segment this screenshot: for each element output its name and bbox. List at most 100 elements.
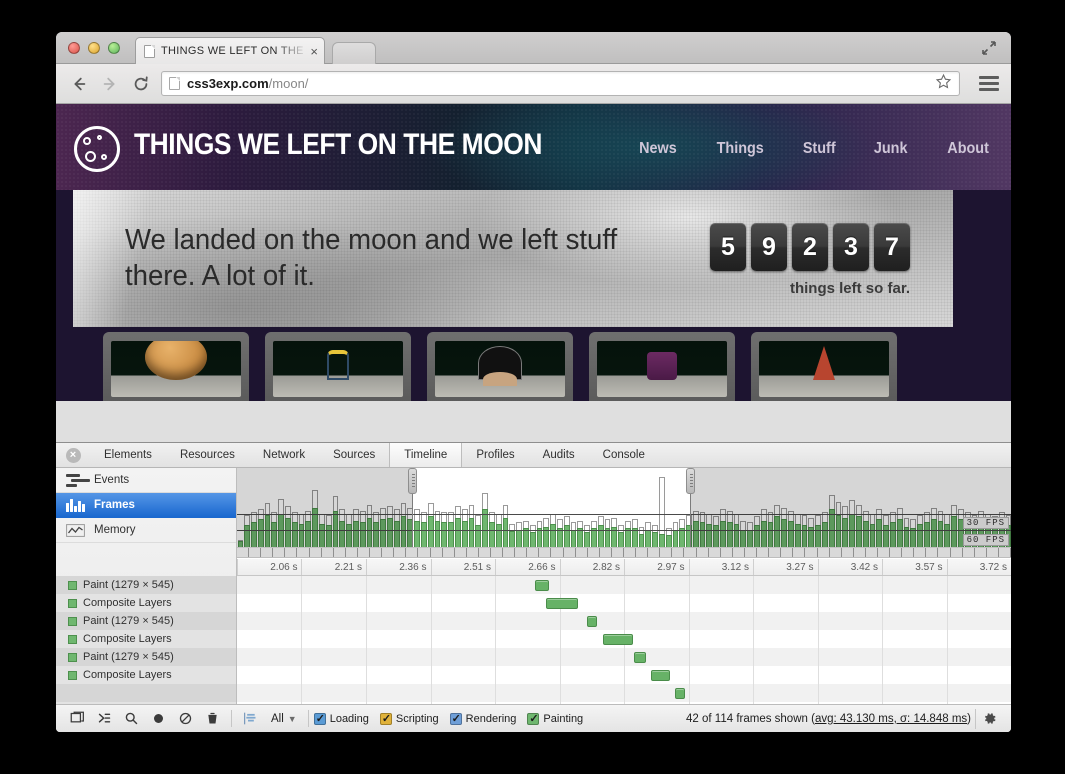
back-arrow-icon[interactable]	[68, 73, 90, 95]
table-row[interactable]: Composite Layers	[56, 666, 236, 684]
frame-bar	[591, 521, 597, 547]
nav-item-junk[interactable]: Junk	[874, 140, 908, 158]
thumbnail-card[interactable]	[427, 332, 573, 401]
timeline-event-block[interactable]	[603, 634, 633, 645]
hamburger-menu-icon[interactable]	[979, 76, 999, 91]
close-tab-icon[interactable]: ×	[310, 45, 318, 58]
frame-bar	[462, 509, 468, 547]
frame-bar	[625, 521, 631, 547]
reload-icon[interactable]	[130, 73, 152, 95]
overview-tick	[963, 548, 975, 557]
sidebar-item-memory[interactable]: Memory	[56, 518, 236, 543]
filter-checkbox-rendering[interactable]: Rendering	[450, 713, 517, 725]
timeline-event-block[interactable]	[587, 616, 597, 627]
table-row[interactable]: Paint (1279 × 545)	[56, 648, 236, 666]
table-row[interactable]: Paint (1279 × 545)	[56, 612, 236, 630]
frames-overview-chart[interactable]: 30 FPS 60 FPS	[237, 468, 1011, 548]
timeline-gridline	[882, 576, 883, 709]
minimize-window-button[interactable]	[88, 42, 100, 54]
overview-left-resize-handle[interactable]	[408, 468, 417, 494]
filter-checkbox-scripting[interactable]: Scripting	[380, 713, 439, 725]
record-icon[interactable]	[145, 708, 172, 730]
filter-checkbox-painting[interactable]: Painting	[527, 713, 583, 725]
window-controls	[68, 42, 120, 54]
overview-tick	[527, 548, 539, 557]
thumbnail-card[interactable]	[265, 332, 411, 401]
new-tab-button[interactable]	[332, 42, 376, 64]
record-timeline-canvas[interactable]	[237, 576, 1011, 709]
flame-chart-icon[interactable]	[237, 708, 264, 730]
timeline-event-block[interactable]	[634, 652, 646, 663]
browser-tab[interactable]: THINGS WE LEFT ON THE M ×	[135, 37, 325, 64]
timeline-event-block[interactable]	[651, 670, 670, 681]
tab-profiles[interactable]: Profiles	[462, 443, 528, 467]
filter-checkbox-loading[interactable]: Loading	[314, 713, 369, 725]
overview-tick	[745, 548, 757, 557]
maximize-icon[interactable]	[981, 40, 997, 56]
checkbox-icon	[450, 713, 462, 725]
overview-tick	[588, 548, 600, 557]
sidebar-item-frames[interactable]: Frames	[56, 493, 236, 518]
console-drawer-icon[interactable]	[91, 708, 118, 730]
table-row[interactable]: Paint (1279 × 545)	[56, 576, 236, 594]
checkbox-label: Scripting	[396, 713, 439, 725]
overview-right-resize-handle[interactable]	[686, 468, 695, 494]
timeline-gridline	[431, 576, 432, 709]
close-window-button[interactable]	[68, 42, 80, 54]
timeline-gridline	[947, 576, 948, 709]
tab-elements[interactable]: Elements	[90, 443, 166, 467]
record-color-swatch	[68, 617, 77, 626]
thumbnail-card[interactable]	[751, 332, 897, 401]
timeline-event-block[interactable]	[675, 688, 685, 699]
overview-tick	[830, 548, 842, 557]
ruler-tick: 2.97 s	[624, 559, 688, 575]
sidebar-item-events[interactable]: Events	[56, 468, 236, 493]
tab-console[interactable]: Console	[589, 443, 659, 467]
forward-arrow-icon[interactable]	[99, 73, 121, 95]
zoom-window-button[interactable]	[108, 42, 120, 54]
checkbox-icon	[527, 713, 539, 725]
settings-gear-icon[interactable]	[975, 709, 1003, 729]
timeline-event-block[interactable]	[535, 580, 549, 591]
table-row[interactable]	[56, 684, 236, 702]
filter-dropdown[interactable]: All ▼	[264, 713, 303, 725]
tab-audits[interactable]: Audits	[529, 443, 589, 467]
record-label: Paint (1279 × 545)	[83, 579, 174, 591]
trash-icon[interactable]	[199, 708, 226, 730]
stats-link[interactable]: avg: 43.130 ms, σ: 14.848 ms	[815, 713, 967, 725]
clear-icon[interactable]	[172, 708, 199, 730]
thumbnail-card[interactable]	[103, 332, 249, 401]
nav-item-news[interactable]: News	[639, 140, 677, 158]
tab-network[interactable]: Network	[249, 443, 319, 467]
record-label: Paint (1279 × 545)	[83, 615, 174, 627]
gnome-thumb	[759, 341, 889, 397]
close-devtools-button[interactable]: ×	[56, 443, 90, 467]
dock-panel-icon[interactable]	[64, 708, 91, 730]
checkbox-icon	[314, 713, 326, 725]
frame-bar	[435, 511, 441, 547]
overview-tick	[926, 548, 938, 557]
tab-timeline[interactable]: Timeline	[389, 443, 462, 467]
nav-item-about[interactable]: About	[947, 140, 989, 158]
tab-resources[interactable]: Resources	[166, 443, 249, 467]
table-row[interactable]: Composite Layers	[56, 594, 236, 612]
ruler-tick-label: 3.27 s	[786, 562, 813, 573]
timeline-event-block[interactable]	[546, 598, 578, 609]
overview-tick	[358, 548, 370, 557]
counter-digit: 7	[874, 223, 910, 271]
frame-bar	[516, 522, 522, 547]
bookmark-star-icon[interactable]	[935, 73, 952, 95]
frame-bar	[577, 521, 583, 547]
search-icon[interactable]	[118, 708, 145, 730]
thumbnail-card[interactable]	[589, 332, 735, 401]
overview-tick	[539, 548, 551, 557]
url-host: css3exp.com	[187, 76, 269, 91]
nav-item-stuff[interactable]: Stuff	[803, 140, 836, 158]
ruler-tick-label: 2.66 s	[528, 562, 555, 573]
table-row[interactable]: Composite Layers	[56, 630, 236, 648]
ruler-tick: 2.21 s	[301, 559, 365, 575]
address-bar[interactable]: css3exp.com/moon/	[161, 71, 960, 96]
tab-sources[interactable]: Sources	[319, 443, 389, 467]
nav-item-things[interactable]: Things	[716, 140, 763, 158]
counter-digit: 9	[751, 223, 787, 271]
